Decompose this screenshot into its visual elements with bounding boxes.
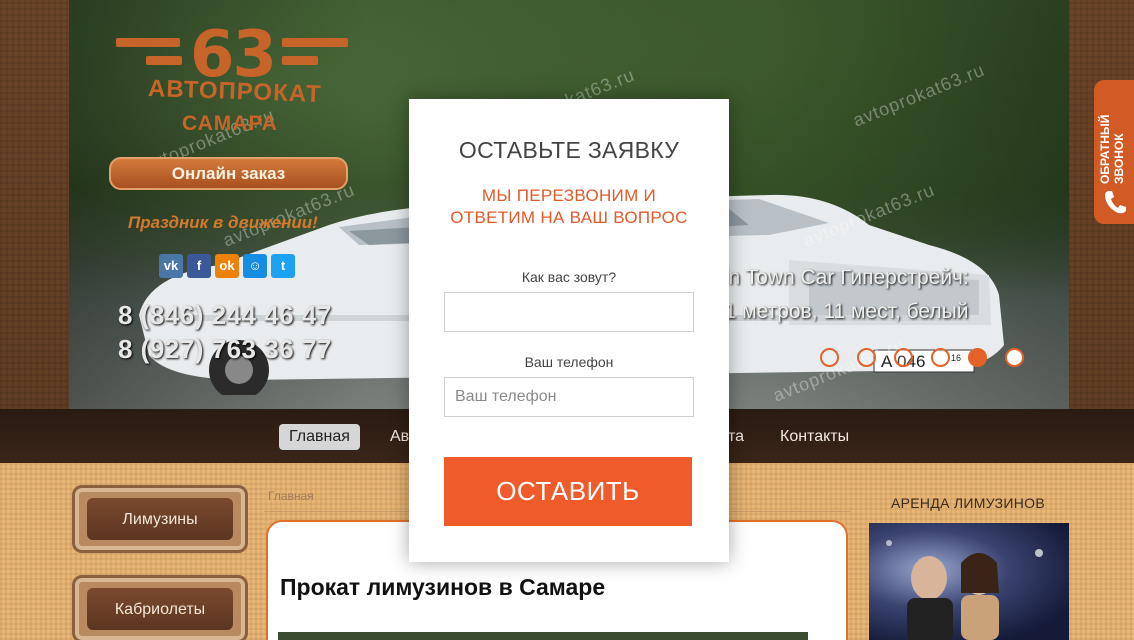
- online-order-button[interactable]: Онлайн заказ: [109, 157, 348, 190]
- right-column-heading: АРЕНДА ЛИМУЗИНОВ: [891, 495, 1045, 511]
- modal-title: ОСТАВЬТЕ ЗАЯВКУ: [458, 137, 680, 163]
- logo-bar: [282, 38, 348, 47]
- modal-subtitle-line1: МЫ ПЕРЕЗВОНИМ И: [481, 186, 657, 205]
- limousine-promo-image[interactable]: [869, 523, 1069, 640]
- modal-subtitle: МЫ ПЕРЕЗВОНИМ И ОТВЕТИМ НА ВАШ ВОПРОС: [409, 185, 729, 229]
- name-label: Как вас зовут?: [521, 269, 617, 285]
- logo-line1: АВТОПРОКАТ: [147, 74, 322, 109]
- slider-dot[interactable]: [857, 348, 876, 367]
- slider-dot[interactable]: [931, 348, 950, 367]
- slider-dot[interactable]: [894, 348, 913, 367]
- sidebar-item-limousines[interactable]: Лимузины: [72, 485, 248, 553]
- sidebar-item-label: Кабриолеты: [87, 588, 233, 630]
- phone-input[interactable]: [444, 377, 694, 417]
- nav-item-home[interactable]: Главная: [279, 424, 360, 450]
- logo-bar: [282, 56, 318, 65]
- request-modal: ОСТАВЬТЕ ЗАЯВКУ МЫ ПЕРЕЗВОНИМ И ОТВЕТИМ …: [409, 99, 729, 562]
- logo-bar: [146, 56, 182, 65]
- name-input[interactable]: [444, 292, 694, 332]
- phone-number-1[interactable]: 8 (846) 244 46 47: [118, 300, 332, 331]
- slider-dot[interactable]: [820, 348, 839, 367]
- phone-icon: [1102, 188, 1128, 218]
- slide-caption-line2: а- 11 метров, 11 мест, белый: [690, 300, 969, 323]
- breadcrumb[interactable]: Главная: [268, 489, 314, 503]
- slide-caption-line1: ncoln Town Car Гиперстрейч:: [690, 266, 969, 289]
- social-links: vk f ok ☺ t: [159, 254, 295, 278]
- slider-dot-active[interactable]: [968, 348, 987, 367]
- logo-line2: САМАРА: [182, 112, 278, 135]
- vk-icon[interactable]: vk: [159, 254, 183, 278]
- modal-subtitle-line2: ОТВЕТИМ НА ВАШ ВОПРОС: [450, 208, 688, 227]
- callback-tab[interactable]: ОБРАТНЫЙ ЗВОНОК: [1094, 80, 1134, 224]
- phone-number-2[interactable]: 8 (927) 763 36 77: [118, 334, 332, 365]
- facebook-icon[interactable]: f: [187, 254, 211, 278]
- watermark-text: avtoprokat63.ru: [850, 59, 988, 131]
- site-logo[interactable]: 63 АВТОПРОКАТ САМАРА: [112, 20, 352, 140]
- odnoklassniki-icon[interactable]: ok: [215, 254, 239, 278]
- submit-button[interactable]: ОСТАВИТЬ: [444, 457, 692, 526]
- slider-dots: [820, 348, 1024, 367]
- nav-item-contacts[interactable]: Контакты: [770, 424, 859, 450]
- moimir-icon[interactable]: ☺: [243, 254, 267, 278]
- page-title: Прокат лимузинов в Самаре: [280, 574, 606, 600]
- sidebar-item-label: Лимузины: [87, 498, 233, 540]
- callback-label-line2: ЗВОНОК: [1112, 133, 1126, 184]
- article-image: [278, 632, 808, 640]
- callback-label: ОБРАТНЫЙ ЗВОНОК: [1098, 115, 1126, 184]
- sidebar-item-cabriolets[interactable]: Кабриолеты: [72, 575, 248, 640]
- callback-label-line1: ОБРАТНЫЙ: [1098, 114, 1112, 184]
- phone-label: Ваш телефон: [524, 354, 614, 370]
- twitter-icon[interactable]: t: [271, 254, 295, 278]
- slogan: Праздник в движении!: [128, 213, 318, 232]
- logo-bar: [116, 38, 180, 47]
- slider-dot[interactable]: [1005, 348, 1024, 367]
